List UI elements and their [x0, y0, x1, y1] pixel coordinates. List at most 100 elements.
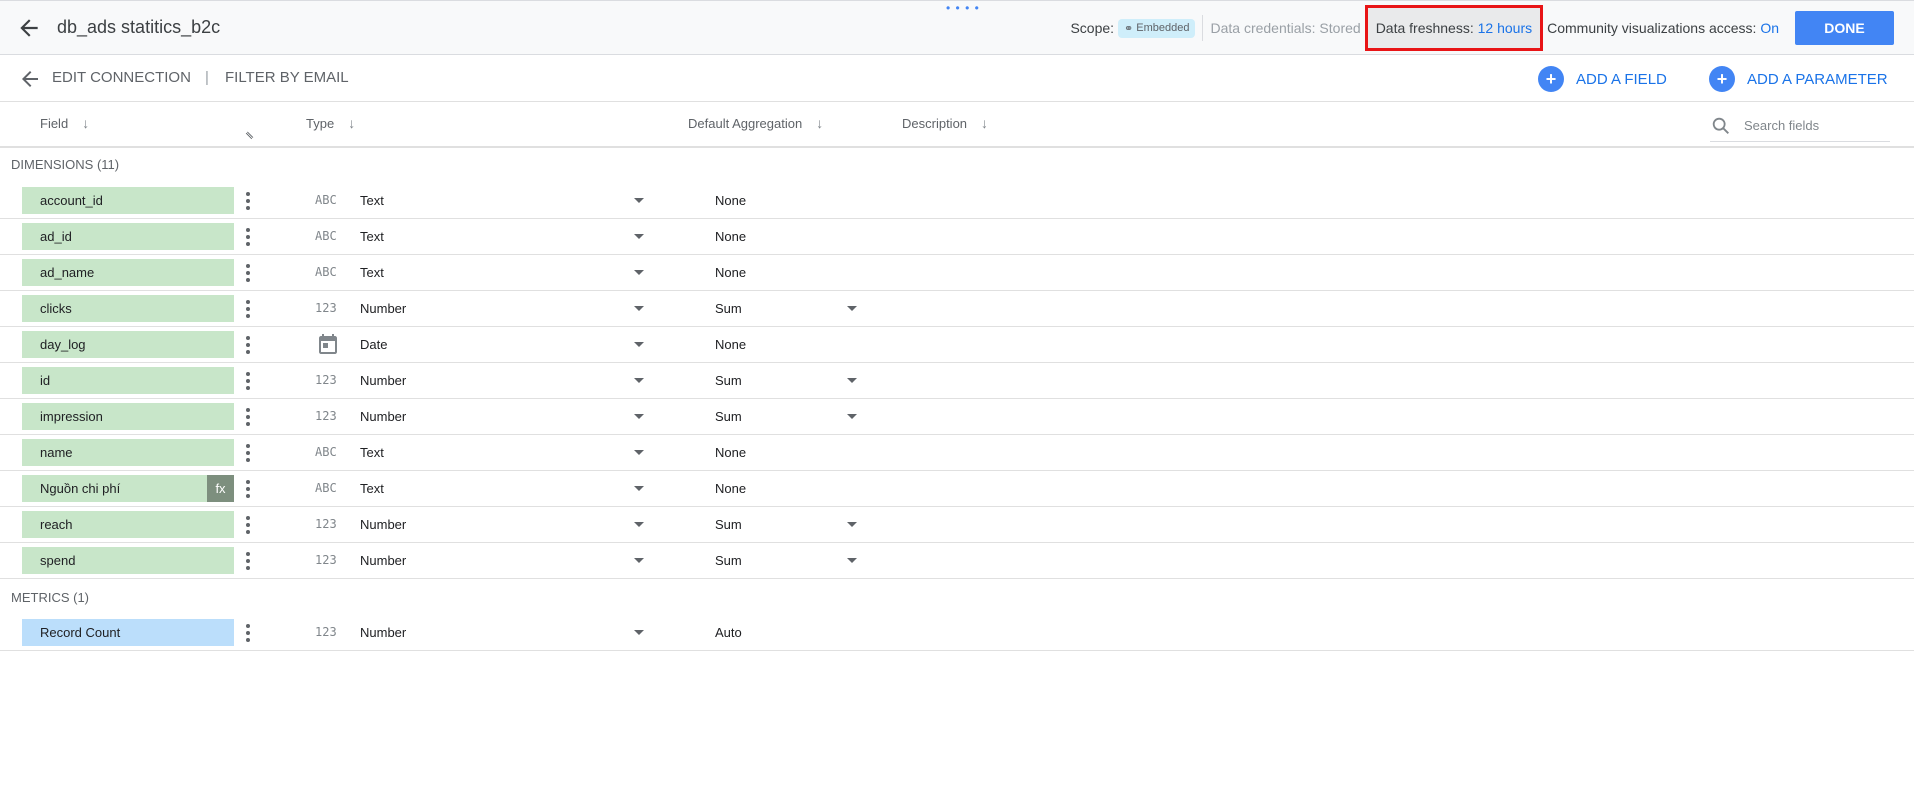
field-type-select[interactable]: Number	[360, 625, 406, 640]
number-type-icon: 123	[315, 373, 337, 387]
aggregation-dropdown-icon[interactable]	[847, 522, 857, 527]
freshness-label: Data freshness:	[1375, 20, 1474, 36]
type-dropdown-icon[interactable]	[634, 486, 644, 491]
type-dropdown-icon[interactable]	[634, 270, 644, 275]
more-options-icon[interactable]	[240, 226, 256, 248]
field-aggregation-select[interactable]: None	[715, 445, 746, 460]
field-type-select[interactable]: Text	[360, 445, 384, 460]
field-type-select[interactable]: Text	[360, 193, 384, 208]
more-options-icon[interactable]	[240, 622, 256, 644]
sort-arrow-icon: ↓	[82, 115, 90, 131]
number-type-icon: 123	[315, 553, 337, 567]
done-button[interactable]: DONE	[1795, 11, 1894, 45]
edit-connection-back-icon[interactable]	[18, 67, 42, 91]
type-dropdown-icon[interactable]	[634, 630, 644, 635]
column-headers: Field ↓ ‖ Type ↓ Default Aggregation ↓ D…	[0, 102, 1914, 148]
field-name: clicks	[40, 301, 72, 316]
field-type-select[interactable]: Date	[360, 337, 387, 352]
field-name-chip[interactable]: Record Count	[22, 619, 234, 646]
field-aggregation-select[interactable]: None	[715, 481, 746, 496]
more-options-icon[interactable]	[240, 334, 256, 356]
column-type[interactable]: Type ↓	[306, 115, 355, 131]
search-icon	[1712, 117, 1729, 134]
community-viz-value[interactable]: On	[1760, 20, 1779, 36]
drag-handle-icon[interactable]: • • • •	[946, 2, 980, 14]
more-options-icon[interactable]	[240, 406, 256, 428]
add-field-button[interactable]: + ADD A FIELD	[1538, 66, 1667, 92]
field-aggregation-select[interactable]: Sum	[715, 301, 742, 316]
field-name-chip[interactable]: day_log	[22, 331, 234, 358]
search-fields[interactable]: Search fields	[1710, 110, 1890, 142]
type-dropdown-icon[interactable]	[634, 234, 644, 239]
field-type-select[interactable]: Number	[360, 409, 406, 424]
field-aggregation-select[interactable]: Sum	[715, 409, 742, 424]
column-aggregation[interactable]: Default Aggregation ↓	[688, 115, 823, 131]
calculated-field-icon[interactable]: fx	[207, 475, 234, 502]
search-placeholder: Search fields	[1744, 118, 1820, 133]
field-name: reach	[40, 517, 73, 532]
aggregation-dropdown-icon[interactable]	[847, 414, 857, 419]
field-name-chip[interactable]: id	[22, 367, 234, 394]
number-type-icon: 123	[315, 625, 337, 639]
column-description[interactable]: Description ↓	[902, 115, 988, 131]
field-aggregation-select[interactable]: None	[715, 229, 746, 244]
field-type-select[interactable]: Text	[360, 229, 384, 244]
data-credentials[interactable]: Data credentials: Stored	[1210, 20, 1360, 36]
divider	[1202, 15, 1204, 41]
field-aggregation-select[interactable]: Auto	[715, 625, 742, 640]
type-dropdown-icon[interactable]	[634, 414, 644, 419]
add-parameter-button[interactable]: + ADD A PARAMETER	[1709, 66, 1888, 92]
edit-connection-button[interactable]: EDIT CONNECTION	[52, 69, 191, 86]
field-name-chip[interactable]: account_id	[22, 187, 234, 214]
text-type-icon: ABC	[315, 229, 337, 243]
type-dropdown-icon[interactable]	[634, 450, 644, 455]
field-row: day_log Date None	[0, 327, 1914, 363]
more-options-icon[interactable]	[240, 298, 256, 320]
field-name-chip[interactable]: reach	[22, 511, 234, 538]
data-freshness-button[interactable]: Data freshness: 12 hours	[1364, 5, 1544, 51]
back-arrow-icon[interactable]	[16, 15, 42, 41]
scope-badge[interactable]: ⚭ Embedded	[1118, 18, 1196, 38]
field-name-chip[interactable]: name	[22, 439, 234, 466]
field-type-select[interactable]: Number	[360, 517, 406, 532]
field-aggregation-select[interactable]: None	[715, 193, 746, 208]
field-name-chip[interactable]: ad_id	[22, 223, 234, 250]
field-name-chip[interactable]: Nguồn chi phí fx	[22, 475, 234, 502]
field-name-chip[interactable]: spend	[22, 547, 234, 574]
more-options-icon[interactable]	[240, 514, 256, 536]
field-name-chip[interactable]: ad_name	[22, 259, 234, 286]
field-type-select[interactable]: Text	[360, 481, 384, 496]
filter-by-email-button[interactable]: FILTER BY EMAIL	[225, 69, 349, 86]
type-dropdown-icon[interactable]	[634, 198, 644, 203]
type-dropdown-icon[interactable]	[634, 522, 644, 527]
link-icon: ⚭	[1124, 22, 1134, 35]
more-options-icon[interactable]	[240, 442, 256, 464]
type-dropdown-icon[interactable]	[634, 558, 644, 563]
field-type-select[interactable]: Number	[360, 373, 406, 388]
column-field[interactable]: Field ↓	[40, 115, 89, 131]
aggregation-dropdown-icon[interactable]	[847, 378, 857, 383]
field-aggregation-select[interactable]: Sum	[715, 553, 742, 568]
more-options-icon[interactable]	[240, 190, 256, 212]
more-options-icon[interactable]	[240, 262, 256, 284]
column-resize-icon[interactable]: ‖	[244, 130, 256, 142]
more-options-icon[interactable]	[240, 478, 256, 500]
field-row: spend 123 Number Sum	[0, 543, 1914, 579]
field-type-select[interactable]: Text	[360, 265, 384, 280]
field-aggregation-select[interactable]: Sum	[715, 373, 742, 388]
type-dropdown-icon[interactable]	[634, 342, 644, 347]
aggregation-dropdown-icon[interactable]	[847, 558, 857, 563]
more-options-icon[interactable]	[240, 550, 256, 572]
field-name: Nguồn chi phí	[40, 481, 121, 496]
field-name-chip[interactable]: clicks	[22, 295, 234, 322]
field-aggregation-select[interactable]: None	[715, 265, 746, 280]
type-dropdown-icon[interactable]	[634, 378, 644, 383]
field-type-select[interactable]: Number	[360, 301, 406, 316]
field-name-chip[interactable]: impression	[22, 403, 234, 430]
more-options-icon[interactable]	[240, 370, 256, 392]
aggregation-dropdown-icon[interactable]	[847, 306, 857, 311]
type-dropdown-icon[interactable]	[634, 306, 644, 311]
field-type-select[interactable]: Number	[360, 553, 406, 568]
field-aggregation-select[interactable]: Sum	[715, 517, 742, 532]
field-aggregation-select[interactable]: None	[715, 337, 746, 352]
